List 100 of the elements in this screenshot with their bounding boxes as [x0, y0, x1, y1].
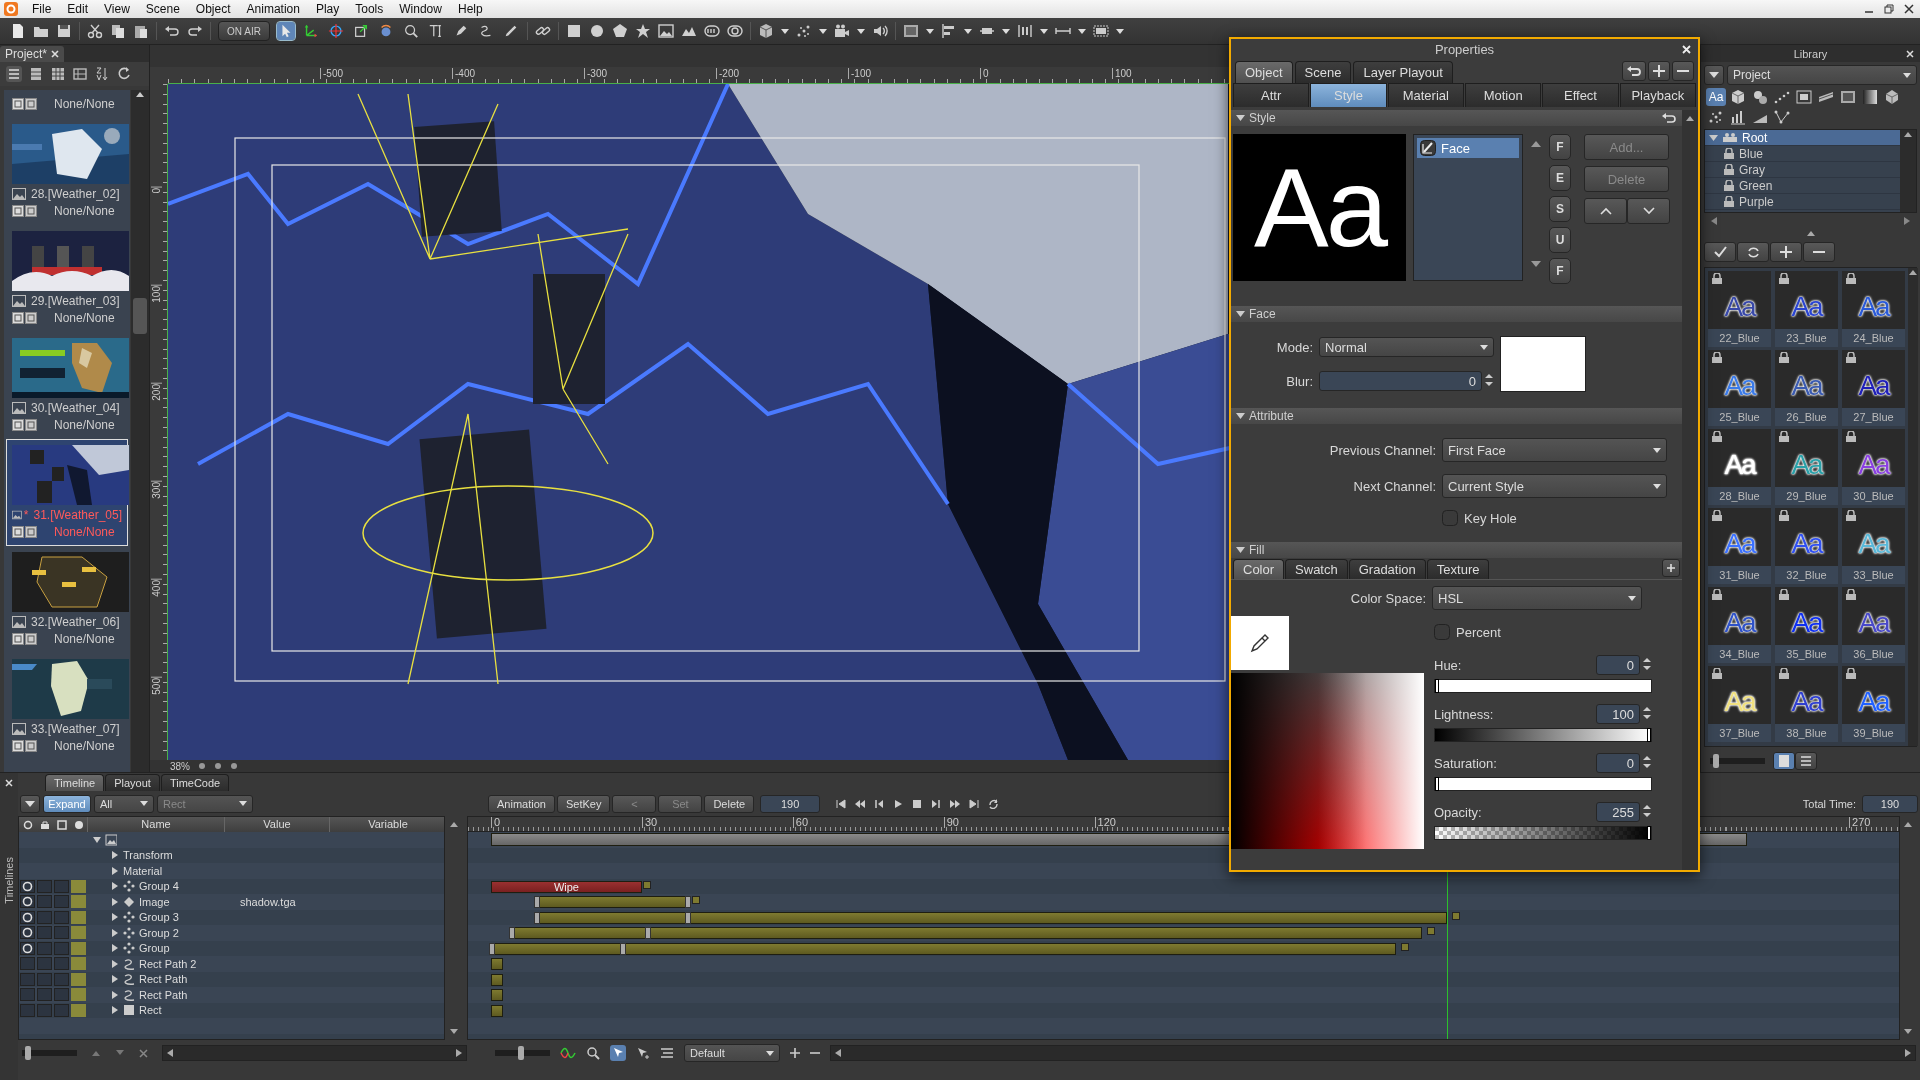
tree-item[interactable]: Root [1705, 130, 1900, 146]
style-name: 25_Blue [1708, 408, 1771, 426]
panel-tab[interactable]: Motion [1465, 83, 1542, 107]
panel-tab[interactable]: Timeline [45, 774, 105, 791]
panel-tab[interactable]: Material [1387, 83, 1464, 107]
style-type-button[interactable]: U [1549, 227, 1571, 253]
value-field[interactable]: 0 [1596, 655, 1640, 675]
panel-tab[interactable]: Playback [1619, 83, 1696, 107]
panel-tab[interactable]: Swatch [1285, 559, 1348, 579]
menu-item[interactable]: Play [307, 2, 348, 16]
menu-item[interactable]: Help [449, 2, 491, 16]
style-tile[interactable]: Aa 38_Blue [1775, 666, 1838, 742]
style-tile[interactable]: Aa 39_Blue [1842, 666, 1905, 742]
style-type-button[interactable]: E [1549, 165, 1571, 191]
scene-item[interactable]: 32.[Weather_06] None/None [6, 546, 128, 653]
animation-button[interactable]: Animation [488, 794, 555, 813]
panel-tab[interactable]: Object [1235, 61, 1293, 83]
filter-dropdown[interactable]: All [94, 794, 154, 813]
style-type-button[interactable]: S [1549, 196, 1571, 222]
style-preview: Aa [1857, 369, 1891, 403]
menu-item[interactable]: File [24, 2, 60, 16]
style-tile[interactable]: Aa 27_Blue [1842, 350, 1905, 426]
set-key-button[interactable]: SetKey [556, 794, 611, 813]
value-field[interactable]: 0 [1596, 753, 1640, 773]
layer-name: Group 4 [139, 880, 179, 893]
panel-tab[interactable]: Scene [1294, 61, 1352, 83]
style-tile[interactable]: Aa 31_Blue [1708, 508, 1771, 584]
style-preview: Aa [1723, 685, 1757, 719]
layer-row[interactable]: Rect Path 2 [19, 956, 444, 972]
menu-item[interactable]: Tools [347, 2, 392, 16]
panel-tab[interactable]: Layer Playout [1353, 61, 1453, 83]
blur-field[interactable]: 0 [1319, 371, 1482, 391]
menu-item[interactable]: Animation [238, 2, 308, 16]
panel-tab[interactable]: Gradation [1348, 559, 1426, 579]
mode-dropdown[interactable]: Normal [1319, 337, 1494, 357]
menu-item[interactable]: Scene [137, 2, 188, 16]
scene-item[interactable]: 28.[Weather_02] None/None [6, 118, 128, 225]
style-tile[interactable]: Aa 28_Blue [1708, 429, 1771, 505]
total-time-field[interactable]: 190 [1862, 794, 1918, 813]
delete-button[interactable]: Delete [704, 794, 755, 813]
panel-tab[interactable]: Playout [105, 774, 160, 791]
style-type-button[interactable]: F [1549, 258, 1571, 284]
value-field[interactable]: 255 [1596, 802, 1640, 822]
tree-item[interactable]: Green [1705, 178, 1900, 194]
preset-dropdown[interactable]: Default [684, 1044, 780, 1062]
ruler-label: 200 [151, 383, 162, 401]
frame-field[interactable]: 190 [760, 794, 821, 813]
style-tile[interactable]: Aa 22_Blue [1708, 271, 1771, 347]
source-dropdown[interactable]: Project [1727, 65, 1917, 85]
effect-clip[interactable]: Wipe [491, 880, 642, 893]
layer-row[interactable]: Group 2 [19, 925, 444, 941]
scene-item[interactable]: None/None [6, 90, 128, 118]
tree-item[interactable]: Blue [1705, 146, 1900, 162]
tree-item[interactable]: Purple [1705, 194, 1900, 210]
style-tile[interactable]: Aa 29_Blue [1775, 429, 1838, 505]
panel-tab[interactable]: Texture [1426, 559, 1490, 579]
style-tile[interactable]: Aa 23_Blue [1775, 271, 1838, 347]
window-title: Properties [1434, 41, 1495, 57]
layer-row[interactable]: Material [19, 863, 444, 879]
style-tile[interactable]: Aa 33_Blue [1842, 508, 1905, 584]
style-tile[interactable]: Aa 24_Blue [1842, 271, 1905, 347]
tree-item[interactable]: Gray [1705, 162, 1900, 178]
layer-row[interactable]: Image shadow.tga [19, 894, 444, 910]
style-name: 36_Blue [1842, 645, 1905, 663]
scene-item[interactable]: 29.[Weather_03] None/None [6, 225, 128, 332]
style-preview: Aa [1790, 527, 1824, 561]
style-tile[interactable]: Aa 35_Blue [1775, 587, 1838, 663]
style-tile[interactable]: Aa 37_Blue [1708, 666, 1771, 742]
menu-item[interactable]: Edit [59, 2, 97, 16]
panel-tab[interactable]: TimeCode [160, 774, 230, 791]
previous-channel-dropdown[interactable]: First Face [1442, 438, 1667, 462]
next-channel-dropdown[interactable]: Current Style [1442, 474, 1667, 498]
project-tab[interactable]: Project* [0, 46, 65, 62]
panel-tab[interactable]: Attr [1233, 83, 1310, 107]
style-preview: Aa [1790, 448, 1824, 482]
category-tab[interactable]: Aa [1706, 88, 1726, 106]
ruler-label: -100 [848, 68, 871, 79]
style-type-button[interactable]: F [1549, 134, 1571, 160]
menu-item[interactable]: View [96, 2, 138, 16]
scene-title: 31.[Weather_05] [33, 507, 122, 522]
style-tile[interactable]: Aa 26_Blue [1775, 350, 1838, 426]
style-name: 24_Blue [1842, 329, 1905, 347]
scene-item[interactable]: 33.[Weather_07] None/None [6, 653, 128, 760]
scene-status: None/None [53, 524, 115, 539]
style-tile[interactable]: Aa 34_Blue [1708, 587, 1771, 663]
scene-item[interactable]: 30.[Weather_04] None/None [6, 332, 128, 439]
value-field[interactable]: 100 [1596, 704, 1640, 724]
layer-row[interactable]: Rect Path [19, 987, 444, 1003]
channel-item[interactable]: Face [1417, 138, 1519, 158]
style-tile[interactable]: Aa 36_Blue [1842, 587, 1905, 663]
panel-tab[interactable]: Color [1233, 559, 1285, 579]
style-tile[interactable]: Aa 32_Blue [1775, 508, 1838, 584]
panel-tab[interactable]: Effect [1542, 83, 1619, 107]
on-air-button[interactable]: ON AIR [218, 21, 270, 41]
layer-name: Rect [139, 1004, 162, 1017]
menu-item[interactable]: Object [187, 2, 239, 16]
menu-item[interactable]: Window [391, 2, 450, 16]
style-tile[interactable]: Aa 25_Blue [1708, 350, 1771, 426]
color-space-dropdown[interactable]: HSL [1432, 586, 1642, 610]
style-tile[interactable]: Aa 30_Blue [1842, 429, 1905, 505]
